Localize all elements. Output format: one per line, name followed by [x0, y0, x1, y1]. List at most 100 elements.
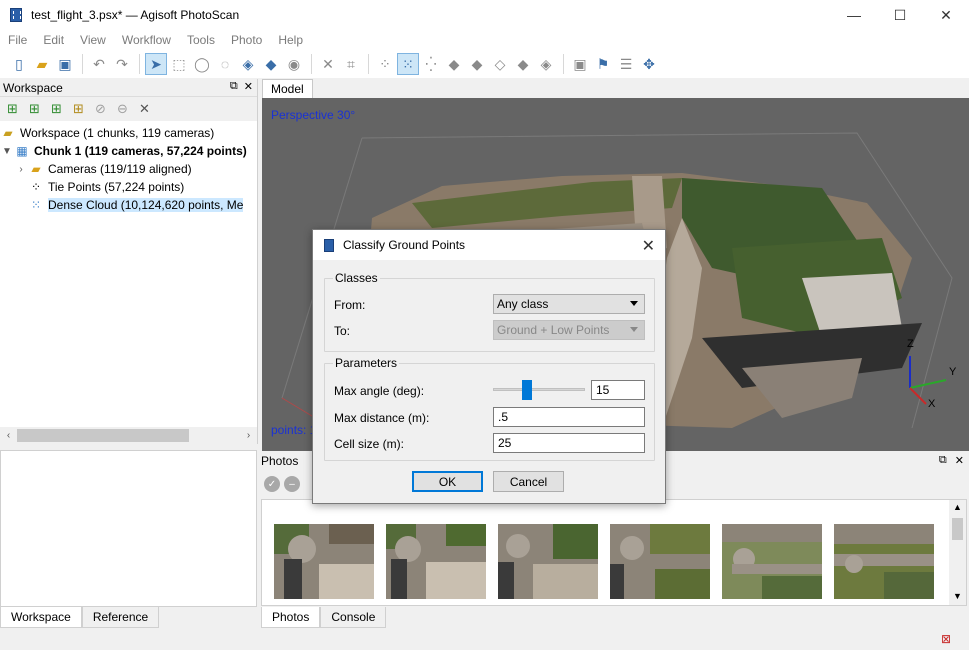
show-cameras-icon[interactable]: ▣ — [569, 53, 591, 75]
add-photos-icon[interactable]: ⊞ — [25, 100, 44, 119]
shaded-model-icon[interactable]: ◆ — [443, 53, 465, 75]
dialog-title: Classify Ground Points — [343, 238, 466, 252]
add-markers-icon[interactable]: ⊞ — [69, 100, 88, 119]
max-angle-input[interactable]: 15 — [591, 380, 645, 400]
expand-chevron-icon[interactable]: › — [14, 164, 28, 175]
tab-workspace[interactable]: Workspace — [0, 607, 82, 628]
tab-model[interactable]: Model — [262, 79, 313, 98]
disable-camera-icon[interactable]: – — [284, 476, 300, 492]
move-region-icon[interactable]: ◈ — [237, 53, 259, 75]
window-controls: — ☐ ✕ — [831, 0, 969, 30]
dialog-close-icon[interactable]: ✕ — [642, 236, 655, 256]
folder-icon: ▰ — [31, 162, 41, 176]
cell-size-label: Cell size (m): — [334, 437, 405, 451]
max-angle-slider[interactable] — [493, 380, 585, 400]
dense-cloud-classes-icon[interactable]: ⁛ — [420, 53, 442, 75]
photo-thumbnail[interactable] — [834, 524, 934, 599]
photo-thumbnail[interactable] — [386, 524, 486, 599]
dense-cloud-icon[interactable]: ⁙ — [397, 53, 419, 75]
undock-icon[interactable]: ⧉ — [939, 454, 947, 467]
max-distance-input[interactable]: .5 — [493, 407, 645, 427]
new-icon[interactable]: ▯ — [8, 53, 30, 75]
save-icon[interactable]: ▣ — [54, 53, 76, 75]
window-title: test_flight_3.psx* — Agisoft PhotoScan — [31, 8, 240, 22]
tree-item-chunk[interactable]: ▼ ▦ Chunk 1 (119 cameras, 57,224 points) — [0, 142, 257, 160]
photo-thumbnail[interactable] — [610, 524, 710, 599]
menu-file[interactable]: File — [0, 33, 35, 47]
tree-item-cameras[interactable]: › ▰ Cameras (119/119 aligned) — [0, 160, 257, 178]
tab-console[interactable]: Console — [320, 607, 387, 628]
menu-help[interactable]: Help — [270, 33, 311, 47]
network-status-icon[interactable]: ⊠ — [941, 632, 951, 646]
tree-item-tie-points[interactable]: ⁘ Tie Points (57,224 points) — [0, 178, 257, 196]
collapse-chevron-icon[interactable]: ▼ — [0, 146, 14, 157]
tie-points-icon: ⁘ — [30, 180, 42, 194]
scroll-left-icon[interactable]: ‹ — [0, 430, 17, 441]
menu-edit[interactable]: Edit — [35, 33, 72, 47]
open-icon[interactable]: ▰ — [31, 53, 53, 75]
circle-selection-icon[interactable]: ◯ — [191, 53, 213, 75]
tab-reference[interactable]: Reference — [81, 607, 160, 628]
workspace-horizontal-scrollbar[interactable]: ‹ › — [0, 427, 257, 444]
close-panel-icon[interactable]: ✕ — [244, 80, 253, 93]
enable-icon[interactable]: ⊘ — [91, 100, 110, 119]
photo-thumbnail[interactable] — [722, 524, 822, 599]
scroll-thumb[interactable] — [17, 429, 189, 442]
menu-view[interactable]: View — [72, 33, 114, 47]
reset-view-icon[interactable]: ✥ — [638, 53, 660, 75]
resize-region-icon[interactable]: ◆ — [260, 53, 282, 75]
point-cloud-icon[interactable]: ⁘ — [374, 53, 396, 75]
disable-icon[interactable]: ⊖ — [113, 100, 132, 119]
minimize-button[interactable]: — — [831, 0, 877, 30]
ok-button[interactable]: OK — [412, 471, 483, 492]
dense-cloud-icon: ⁙ — [30, 198, 42, 212]
workspace-tree: ▰ Workspace (1 chunks, 119 cameras) ▼ ▦ … — [0, 121, 257, 214]
rectangle-selection-icon[interactable]: ⬚ — [168, 53, 190, 75]
cancel-button[interactable]: Cancel — [493, 471, 564, 492]
undock-icon[interactable]: ⧉ — [230, 80, 238, 93]
parameters-group-label: Parameters — [333, 356, 400, 370]
scroll-right-icon[interactable]: › — [240, 430, 257, 441]
menu-workflow[interactable]: Workflow — [114, 33, 179, 47]
scroll-up-icon[interactable]: ▲ — [953, 502, 962, 512]
solid-model-icon[interactable]: ◆ — [466, 53, 488, 75]
tree-item-dense-cloud[interactable]: ⁙ Dense Cloud (10,124,620 points, Me — [0, 196, 257, 214]
photos-vertical-scrollbar[interactable]: ▲ ▼ — [949, 500, 966, 605]
show-markers-icon[interactable]: ⚑ — [592, 53, 614, 75]
photo-thumbnail[interactable] — [498, 524, 598, 599]
to-label: To: — [334, 324, 351, 338]
navigation-cursor-icon[interactable]: ➤ — [145, 53, 167, 75]
toolbar-divider — [368, 54, 369, 74]
from-class-select[interactable]: Any class — [493, 294, 645, 314]
show-shapes-icon[interactable]: ☰ — [615, 53, 637, 75]
enable-camera-icon[interactable]: ✓ — [264, 476, 280, 492]
maximize-button[interactable]: ☐ — [877, 0, 923, 30]
rotate-region-icon[interactable]: ◉ — [283, 53, 305, 75]
undo-icon[interactable]: ↶ — [88, 53, 110, 75]
cell-size-input[interactable]: 25 — [493, 433, 645, 453]
close-panel-icon[interactable]: ✕ — [955, 454, 964, 467]
close-button[interactable]: ✕ — [923, 0, 969, 30]
photos-header-title: Photos — [261, 454, 299, 468]
classes-group-label: Classes — [333, 271, 380, 285]
textured-model-icon[interactable]: ◆ — [512, 53, 534, 75]
tab-photos[interactable]: Photos — [261, 607, 321, 628]
free-form-selection-icon[interactable]: ◌ — [214, 53, 236, 75]
photo-thumbnail[interactable] — [274, 524, 374, 599]
menu-tools[interactable]: Tools — [179, 33, 223, 47]
redo-icon[interactable]: ↷ — [111, 53, 133, 75]
add-folder-icon[interactable]: ⊞ — [47, 100, 66, 119]
wireframe-model-icon[interactable]: ◇ — [489, 53, 511, 75]
delete-selection-icon[interactable]: ✕ — [317, 53, 339, 75]
scroll-thumb[interactable] — [952, 518, 963, 540]
add-chunk-icon[interactable]: ⊞ — [3, 100, 22, 119]
max-angle-label: Max angle (deg): — [334, 384, 425, 398]
scroll-down-icon[interactable]: ▼ — [953, 591, 962, 601]
remove-icon[interactable]: ✕ — [135, 100, 154, 119]
tree-item-workspace[interactable]: ▰ Workspace (1 chunks, 119 cameras) — [0, 124, 257, 142]
slider-handle[interactable] — [522, 380, 532, 400]
app-icon — [324, 238, 334, 252]
crop-selection-icon[interactable]: ⌗ — [340, 53, 362, 75]
menu-photo[interactable]: Photo — [223, 33, 270, 47]
tiled-model-icon[interactable]: ◈ — [535, 53, 557, 75]
